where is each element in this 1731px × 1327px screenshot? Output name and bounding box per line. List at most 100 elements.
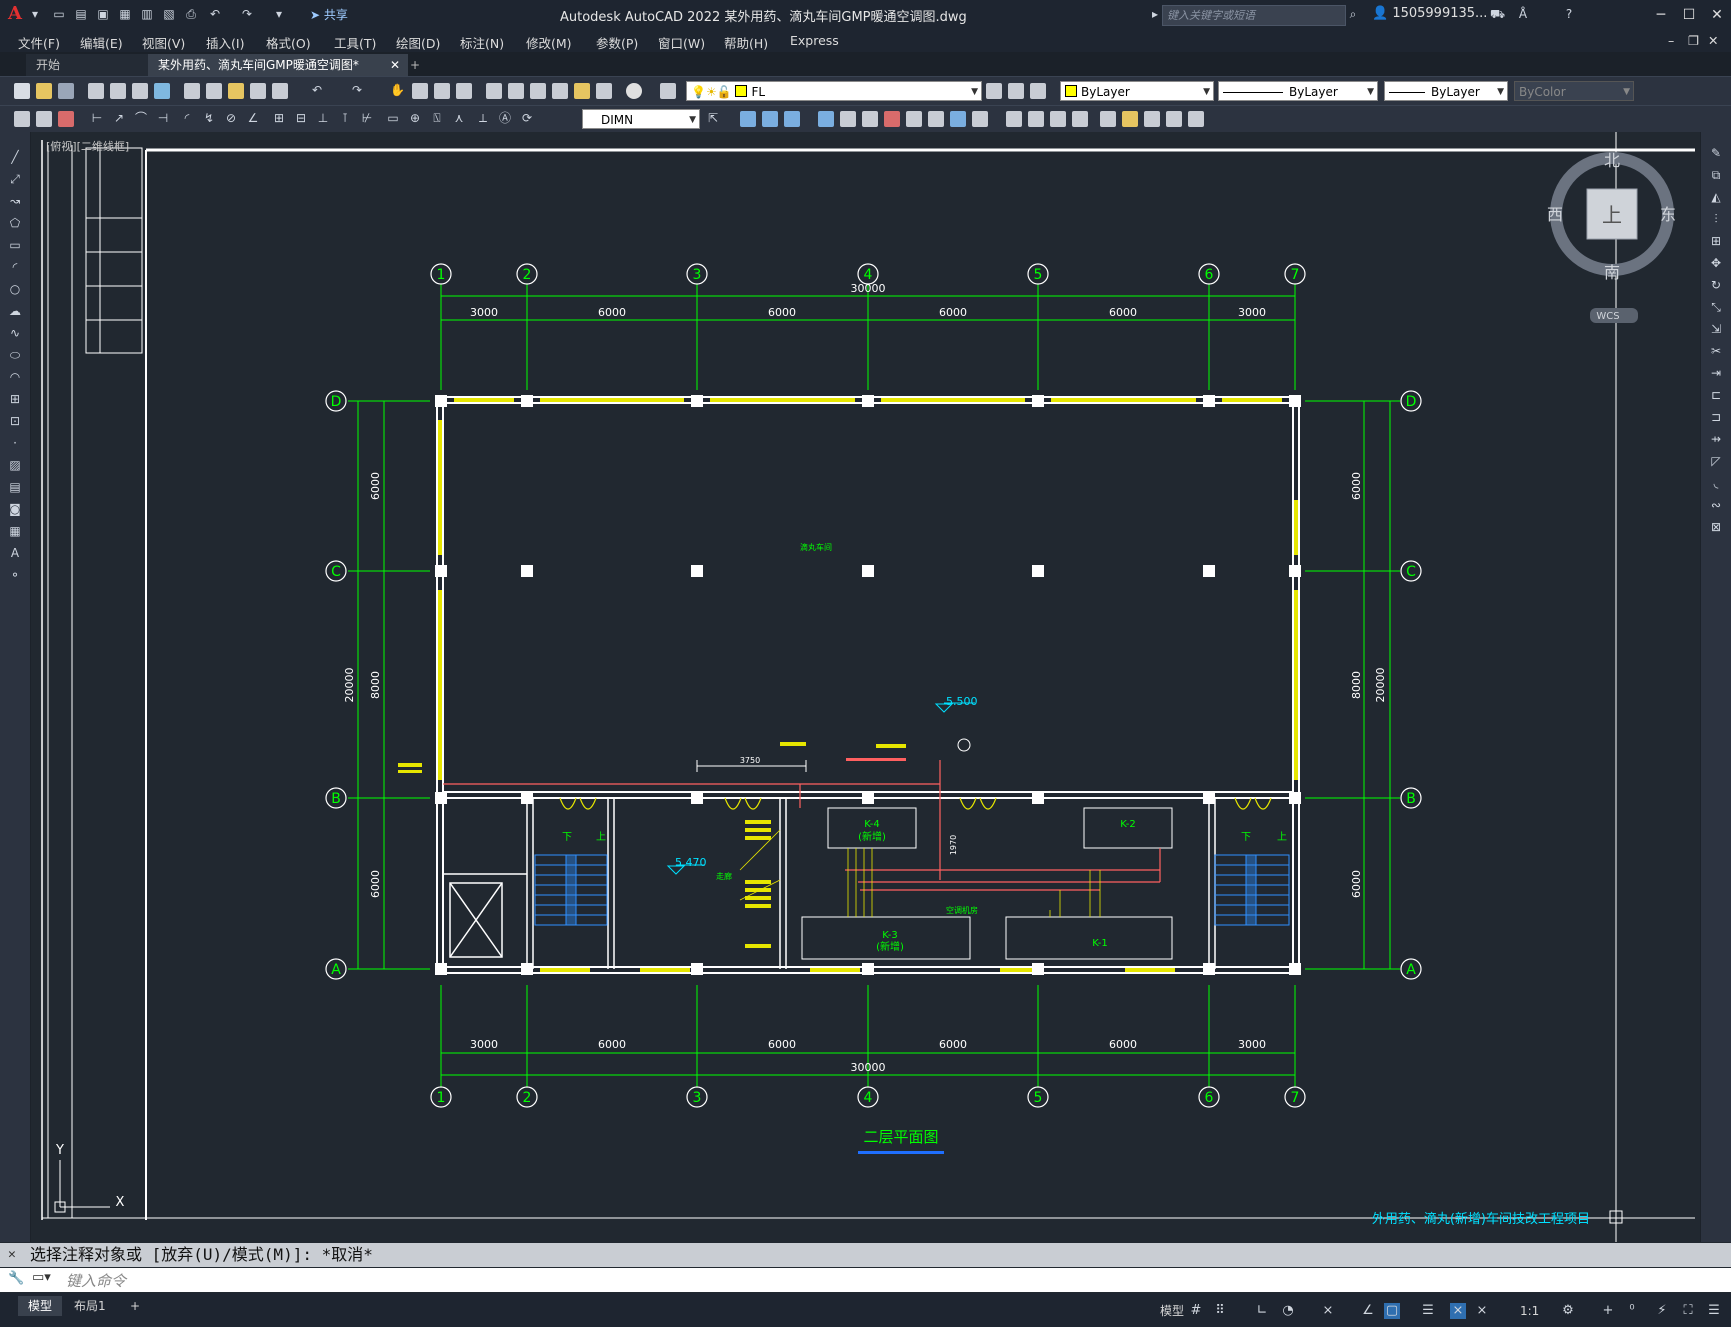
menu-modify[interactable]: 修改(M) <box>526 33 572 52</box>
lineweight-combo[interactable]: ByLayer ▼ <box>1384 81 1508 101</box>
tab-drawing-file[interactable]: 某外用药、滴丸车间GMP暖通空调图* ✕ <box>148 54 408 76</box>
plot-preview-icon[interactable] <box>110 83 126 99</box>
extend-icon[interactable]: ⇥ <box>1708 366 1724 380</box>
hatch-icon[interactable]: ▨ <box>7 458 23 472</box>
annotation-scale[interactable]: 1:1 <box>1510 1301 1549 1321</box>
properties-icon[interactable] <box>486 83 502 99</box>
lineweight-icon[interactable]: ☰ <box>1420 1303 1436 1319</box>
fillet-icon[interactable]: ◟ <box>1708 476 1724 490</box>
open-file-icon[interactable]: ▤ <box>74 7 88 21</box>
open-web-icon[interactable]: ▥ <box>140 7 154 21</box>
plot-icon[interactable] <box>88 83 104 99</box>
pan-icon[interactable]: ✋ <box>390 83 405 97</box>
color-combo[interactable]: ByLayer ▼ <box>1060 81 1214 101</box>
copy-object-icon[interactable]: ⧉ <box>1708 168 1724 182</box>
group-edit-icon[interactable] <box>1050 111 1066 127</box>
undo-icon[interactable]: ↶ <box>208 7 222 21</box>
doc-minimize-icon[interactable]: – <box>1668 33 1674 48</box>
mirror-icon[interactable]: ◭ <box>1708 190 1724 204</box>
arc-icon[interactable]: ◜ <box>7 260 23 274</box>
jogged-dimension-icon[interactable]: ↯ <box>202 111 216 125</box>
floor-plan-drawing[interactable]: 1 2 3 4 5 6 7 1 2 3 4 5 6 7 D C B A D C … <box>31 132 1700 1242</box>
viewport-controls[interactable]: [俯视][二维线框] <box>46 138 129 154</box>
tool-palettes-icon[interactable] <box>530 83 546 99</box>
layer-properties-icon[interactable] <box>660 83 676 99</box>
undo-icon[interactable]: ↶ <box>310 83 324 97</box>
layer-previous-icon[interactable] <box>1008 83 1024 99</box>
rotate-icon[interactable]: ↻ <box>1708 278 1724 292</box>
zoom-realtime-icon[interactable] <box>412 83 428 99</box>
circle-icon[interactable]: ○ <box>7 282 23 296</box>
save-as-icon[interactable]: ▦ <box>118 7 132 21</box>
menu-draw[interactable]: 绘图(D) <box>396 33 440 52</box>
annotation-monitor-icon[interactable]: + <box>1600 1303 1616 1319</box>
menu-dropdown-icon[interactable]: ▾ <box>28 7 42 21</box>
user-account[interactable]: 👤 1505999135... ▾ <box>1372 6 1498 21</box>
xbind-icon[interactable] <box>884 111 900 127</box>
erase-icon[interactable]: ✎ <box>1708 146 1724 160</box>
baseline-dimension-icon[interactable]: ⊟ <box>294 111 308 125</box>
ellipse-icon[interactable]: ⬭ <box>7 348 23 362</box>
help-icon[interactable] <box>626 83 642 99</box>
add-selected-icon[interactable]: ⚬ <box>7 568 23 582</box>
ordinate-dimension-icon[interactable]: ⊣ <box>156 111 170 125</box>
image-icon[interactable] <box>1122 111 1138 127</box>
table-icon[interactable]: ▦ <box>7 524 23 538</box>
ellipse-arc-icon[interactable]: ◠ <box>7 370 23 384</box>
zoom-previous-icon[interactable] <box>456 83 472 99</box>
attach-icon[interactable] <box>1166 111 1182 127</box>
save-icon[interactable] <box>58 83 74 99</box>
share-button[interactable]: ➤ 共享 <box>310 6 348 23</box>
copy-icon[interactable] <box>206 83 222 99</box>
plotstyle-combo[interactable]: ByColor ▼ <box>1514 81 1634 101</box>
center-mark-icon[interactable]: ⊕ <box>408 111 422 125</box>
markup-icon[interactable] <box>574 83 590 99</box>
menu-parametric[interactable]: 参数(P) <box>596 33 638 52</box>
construction-line-icon[interactable]: ⤢ <box>7 172 23 186</box>
zoom-window-icon[interactable] <box>434 83 450 99</box>
menu-file[interactable]: 文件(F) <box>18 33 60 52</box>
scale-icon[interactable]: ⤡ <box>1708 300 1724 314</box>
layer-combo[interactable]: 💡☀🔓 FL ▼ <box>686 81 982 101</box>
jogged-linear-icon[interactable]: ⋏ <box>452 111 466 125</box>
autodesk-a360-icon[interactable]: Å <box>1516 7 1530 21</box>
annotation-visibility-icon[interactable]: ⨯ <box>1450 1303 1466 1319</box>
tab-model[interactable]: 模型 <box>18 1296 63 1316</box>
maximize-button[interactable]: ☐ <box>1674 4 1704 26</box>
customization-menu-icon[interactable]: ☰ <box>1706 1303 1722 1319</box>
angular-dimension-icon[interactable]: ∠ <box>246 111 260 125</box>
line-icon[interactable]: ╱ <box>7 150 23 164</box>
hardware-acceleration-icon[interactable]: ⚡ <box>1654 1303 1670 1319</box>
break-at-point-icon[interactable]: ⊏ <box>1708 388 1724 402</box>
doc-close-icon[interactable]: ✕ <box>1708 33 1718 48</box>
redo-icon[interactable]: ↷ <box>350 83 364 97</box>
search-icon[interactable]: ⌕ <box>1346 7 1360 21</box>
units-icon[interactable]: ⁰ <box>1624 1303 1640 1319</box>
menu-window[interactable]: 窗口(W) <box>658 33 705 52</box>
sheet-set-icon[interactable] <box>552 83 568 99</box>
search-input[interactable]: 键入关键字或短语 <box>1162 5 1346 26</box>
menu-tools[interactable]: 工具(T) <box>334 33 376 52</box>
linear-dimension-icon[interactable]: ⊢ <box>90 111 104 125</box>
qnew-icon[interactable] <box>14 83 30 99</box>
refclose-icon[interactable] <box>928 111 944 127</box>
polyline-icon[interactable]: ↝ <box>7 194 23 208</box>
drawing-canvas[interactable]: 1 2 3 4 5 6 7 1 2 3 4 5 6 7 D C B A D C … <box>31 132 1700 1242</box>
group-icon[interactable] <box>1006 111 1022 127</box>
cart-icon[interactable]: ⛟ <box>1490 7 1505 21</box>
continue-dimension-icon[interactable]: ⊥ <box>316 111 330 125</box>
publish-icon[interactable] <box>132 83 148 99</box>
autocad-logo-icon[interactable]: A <box>8 3 22 24</box>
point-cloud-icon[interactable] <box>1100 111 1116 127</box>
cut-icon[interactable] <box>184 83 200 99</box>
join-icon[interactable]: ⇸ <box>1708 432 1724 446</box>
chamfer-icon[interactable]: ◸ <box>1708 454 1724 468</box>
radius-dimension-icon[interactable]: ◜ <box>180 111 194 125</box>
gradient-icon[interactable]: ▤ <box>7 480 23 494</box>
quick-dimension-icon[interactable]: ⊞ <box>272 111 286 125</box>
make-block-icon[interactable]: ⊡ <box>7 414 23 428</box>
stretch-icon[interactable]: ⇲ <box>1708 322 1724 336</box>
rectangle-icon[interactable]: ▭ <box>7 238 23 252</box>
command-prompt-icon[interactable]: ▭▾ <box>32 1270 51 1285</box>
tolerance-icon[interactable]: ▭ <box>386 111 400 125</box>
